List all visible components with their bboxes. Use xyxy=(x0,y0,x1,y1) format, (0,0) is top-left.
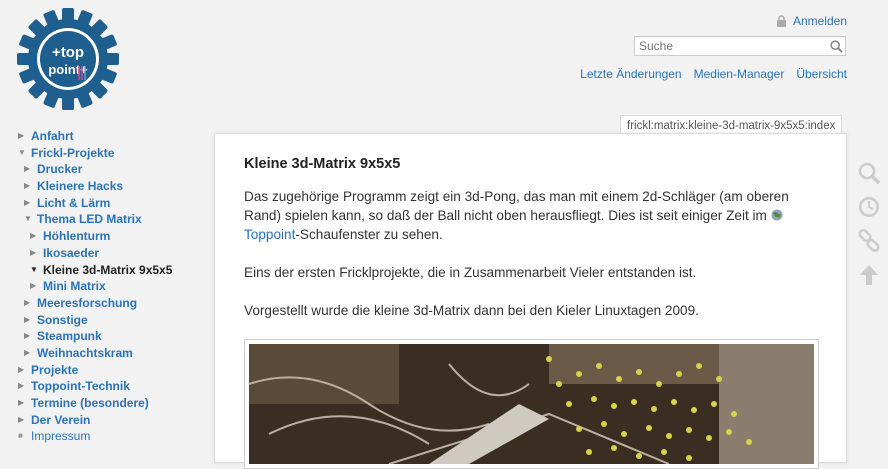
collapsed-arrow-icon: ▶ xyxy=(24,314,31,324)
sidebar-item-label[interactable]: Mini Matrix xyxy=(43,278,106,295)
sidebar-item-label[interactable]: Kleinere Hacks xyxy=(37,178,123,195)
sidebar-item-label[interactable]: Meeresforschung xyxy=(37,295,137,312)
collapsed-arrow-icon: ▶ xyxy=(24,197,31,207)
expanded-arrow-icon: ▼ xyxy=(30,264,38,274)
sidebar-item-meeresforschung[interactable]: ▶ Meeresforschung xyxy=(18,295,172,312)
sidebar-item-label[interactable]: Termine (besondere) xyxy=(31,395,149,412)
sidebar-item-thema-led-matrix[interactable]: ▼ Thema LED Matrix xyxy=(18,211,172,228)
sidebar-item-steampunk[interactable]: ▶ Steampunk xyxy=(18,328,172,345)
paragraph-intro: Das zugehörige Programm zeigt ein 3d-Pon… xyxy=(244,187,814,245)
user-tools: Anmelden xyxy=(776,14,847,28)
back-to-top-button[interactable] xyxy=(856,258,882,292)
sidebar-item-label[interactable]: Licht & Lärm xyxy=(37,195,110,212)
collapsed-arrow-icon: ▶ xyxy=(18,131,25,140)
sidebar-item-der-verein[interactable]: ▶ Der Verein xyxy=(18,412,172,429)
sidebar-item-frickl-projekte[interactable]: ▼ Frickl-Projekte xyxy=(18,145,172,162)
old-revisions-button[interactable] xyxy=(856,190,882,224)
sidebar-item-impressum[interactable]: ■ Impressum xyxy=(18,428,172,445)
svg-text:+top: +top xyxy=(52,44,84,61)
sidebar-item-kleinere-hacks[interactable]: ▶ Kleinere Hacks xyxy=(18,178,172,195)
sidebar-item-label[interactable]: Frickl-Projekte xyxy=(31,145,114,162)
collapsed-arrow-icon: ▶ xyxy=(18,414,25,424)
paragraph-text: -Schaufenster zu sehen. xyxy=(295,227,443,243)
bullet-icon: ■ xyxy=(18,431,23,441)
sidebar-item-label[interactable]: Steampunk xyxy=(37,328,102,345)
sidebar-item-label[interactable]: Der Verein xyxy=(31,412,90,429)
sidebar-item-label[interactable]: Anfahrt xyxy=(31,128,74,145)
arrow-up-icon xyxy=(860,265,878,285)
expanded-arrow-icon: ▼ xyxy=(18,147,26,157)
main-content: Kleine 3d-Matrix 9x5x5 Das zugehörige Pr… xyxy=(214,133,847,469)
sidebar-item-weihnachtskram[interactable]: ▶ Weihnachtskram xyxy=(18,345,172,362)
lock-icon xyxy=(776,15,786,27)
recent-changes-link[interactable]: Letzte Änderungen xyxy=(580,67,681,81)
media-manager-link[interactable]: Medien-Manager xyxy=(694,67,785,81)
sidebar-item-label[interactable]: Thema LED Matrix xyxy=(37,211,142,228)
backlinks-button[interactable] xyxy=(856,224,882,258)
sidebar-item-anfahrt[interactable]: ▶ Anfahrt xyxy=(18,128,172,145)
sidebar-item-kleine-3d-matrix[interactable]: ▼ Kleine 3d-Matrix 9x5x5 xyxy=(18,262,172,279)
sidebar-item-label[interactable]: Kleine 3d-Matrix 9x5x5 xyxy=(43,262,172,279)
collapsed-arrow-icon: ▶ xyxy=(30,247,37,257)
globe-icon xyxy=(771,209,783,221)
collapsed-arrow-icon: ▶ xyxy=(18,381,25,391)
sidebar-item-label[interactable]: Weihnachtskram xyxy=(37,345,133,362)
matrix-photo[interactable] xyxy=(244,339,819,469)
toppoint-logo[interactable]: +top point+ xyxy=(17,8,119,110)
sidebar-item-termine[interactable]: ▶ Termine (besondere) xyxy=(18,395,172,412)
sidebar-item-label[interactable]: Ikosaeder xyxy=(43,245,99,262)
search-input[interactable] xyxy=(635,37,827,55)
expanded-arrow-icon: ▼ xyxy=(24,214,32,224)
paragraph-text: Das zugehörige Programm zeigt ein 3d-Pon… xyxy=(244,189,789,224)
collapsed-arrow-icon: ▶ xyxy=(18,364,25,374)
toppoint-link[interactable]: Toppoint xyxy=(244,227,295,242)
sidebar-item-projekte[interactable]: ▶ Projekte xyxy=(18,362,172,379)
sidebar-item-label[interactable]: Drucker xyxy=(37,161,82,178)
collapsed-arrow-icon: ▶ xyxy=(24,181,31,191)
sidebar-item-label[interactable]: Toppoint-Technik xyxy=(31,378,130,395)
search-icon xyxy=(829,39,843,53)
sitemap-link[interactable]: Übersicht xyxy=(796,67,847,81)
collapsed-arrow-icon: ▶ xyxy=(24,164,31,174)
sidebar-item-sonstige[interactable]: ▶ Sonstige xyxy=(18,312,172,329)
sidebar-item-label[interactable]: Projekte xyxy=(31,362,78,379)
sidebar-item-drucker[interactable]: ▶ Drucker xyxy=(18,161,172,178)
collapsed-arrow-icon: ▶ xyxy=(30,231,37,241)
sidebar-item-ikosaeder[interactable]: ▶ Ikosaeder xyxy=(18,245,172,262)
sidebar-item-label[interactable]: Sonstige xyxy=(37,312,88,329)
sidebar-item-hoehlenturm[interactable]: ▶ Höhlenturm xyxy=(18,228,172,245)
search-form xyxy=(634,36,846,56)
page-title: Kleine 3d-Matrix 9x5x5 xyxy=(244,156,401,172)
collapsed-arrow-icon: ▶ xyxy=(30,281,37,291)
sidebar-nav: ▶ Anfahrt ▼ Frickl-Projekte ▶ Drucker ▶ Klei… xyxy=(18,128,172,445)
sidebar-item-label[interactable]: Höhlenturm xyxy=(43,228,110,245)
paragraph-history: Eins der ersten Fricklprojekte, die in Z… xyxy=(244,265,697,280)
chain-link-icon xyxy=(858,229,880,253)
magnifier-icon xyxy=(858,162,881,185)
page-tools xyxy=(856,156,882,292)
collapsed-arrow-icon: ▶ xyxy=(18,398,25,407)
clock-icon xyxy=(859,197,879,217)
led-matrix-photo xyxy=(249,344,814,464)
paragraph-presentation: Vorgestellt wurde die kleine 3d-Matrix d… xyxy=(244,303,699,318)
sidebar-item-label[interactable]: Impressum xyxy=(31,428,90,445)
collapsed-arrow-icon: ▶ xyxy=(24,297,31,307)
sidebar-item-mini-matrix[interactable]: ▶ Mini Matrix xyxy=(18,278,172,295)
collapsed-arrow-icon: ▶ xyxy=(24,331,31,341)
site-tools: Letzte Änderungen Medien-Manager Übersic… xyxy=(580,67,847,81)
login-link[interactable]: Anmelden xyxy=(793,14,847,28)
show-page-button[interactable] xyxy=(856,156,882,190)
collapsed-arrow-icon: ▶ xyxy=(24,347,31,357)
sidebar-item-toppoint-technik[interactable]: ▶ Toppoint-Technik xyxy=(18,378,172,395)
search-button[interactable] xyxy=(827,37,845,55)
sidebar-item-licht-laerm[interactable]: ▶ Licht & Lärm xyxy=(18,195,172,212)
